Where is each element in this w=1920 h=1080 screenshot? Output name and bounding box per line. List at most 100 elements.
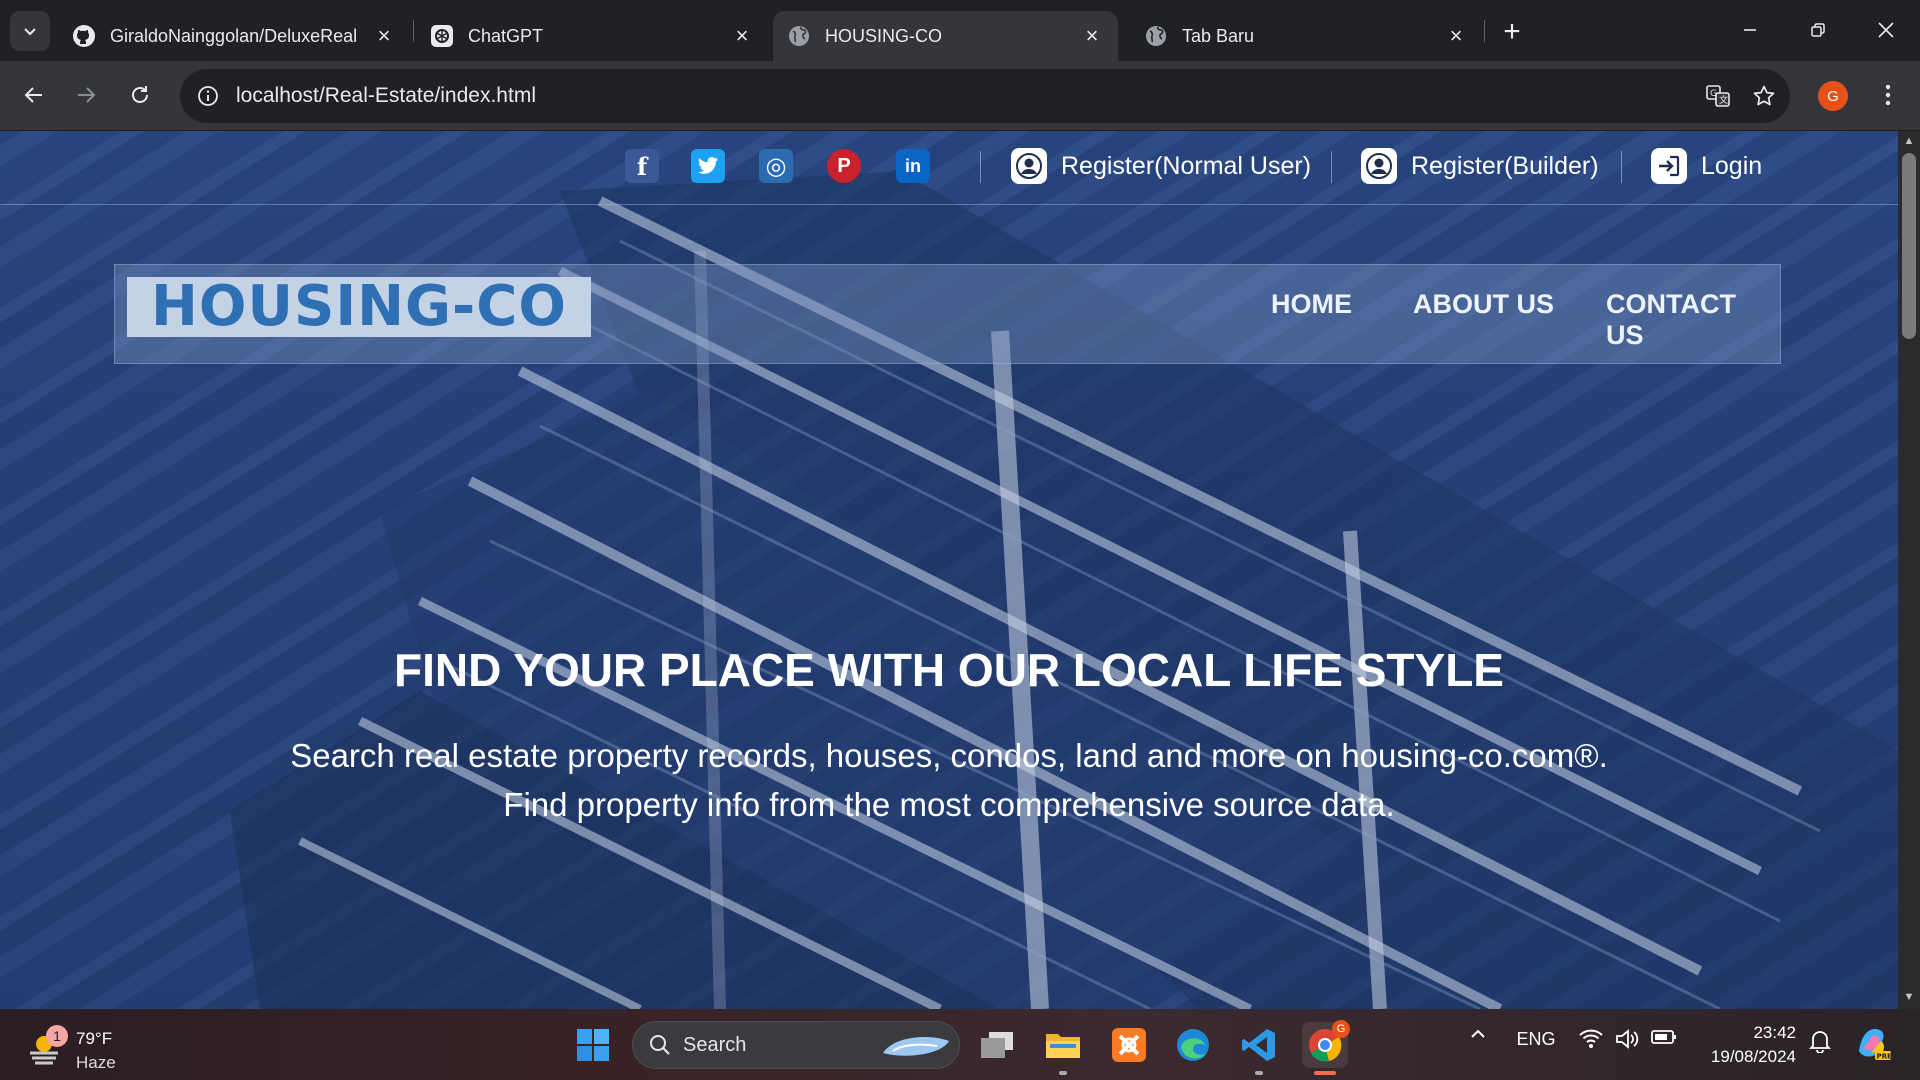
nav-contact-us[interactable]: CONTACT US (1606, 289, 1780, 351)
reload-icon (132, 86, 148, 103)
tab-new[interactable]: Tab Baru × (1130, 11, 1482, 61)
translate-icon[interactable]: G文 (1698, 76, 1738, 116)
instagram-glyph: ◎ (765, 152, 787, 180)
close-window-button[interactable] (1852, 0, 1920, 60)
tab-title: ChatGPT (468, 25, 544, 46)
close-icon[interactable]: × (730, 23, 754, 48)
site-info-icon[interactable] (188, 76, 228, 116)
scroll-up-arrow-icon[interactable]: ▲ (1898, 135, 1920, 149)
forward-arrow-icon (78, 87, 96, 103)
running-indicator (1059, 1071, 1067, 1075)
twitter-bird-icon (697, 157, 719, 174)
notification-bell-icon[interactable] (1806, 1029, 1834, 1053)
tab-housing-co[interactable]: HOUSING-CO × (773, 11, 1118, 61)
wifi-icon[interactable] (1578, 1029, 1604, 1049)
show-hidden-icons-button[interactable] (1466, 1029, 1490, 1039)
search-icon (650, 1035, 670, 1055)
folder-icon (1046, 1034, 1080, 1058)
more-vertical-icon (1885, 84, 1891, 106)
system-clock[interactable]: 23:42 19/08/2024 (1700, 1021, 1796, 1069)
browser-toolbar: localhost/Real-Estate/index.html G文 G (0, 61, 1920, 131)
register-builder-label: Register(Builder) (1411, 151, 1599, 180)
divider (1331, 151, 1332, 183)
chatgpt-icon (430, 24, 454, 48)
close-icon[interactable]: × (372, 23, 396, 48)
clock-time: 23:42 (1753, 1023, 1796, 1042)
register-normal-user-label: Register(Normal User) (1061, 151, 1312, 180)
file-explorer-button[interactable] (1040, 1022, 1086, 1068)
back-button[interactable] (14, 75, 54, 115)
weather-widget[interactable]: 1 79°F Haze (26, 1019, 146, 1073)
active-indicator (1314, 1071, 1336, 1075)
edge-icon (1177, 1029, 1209, 1061)
edge-button[interactable] (1170, 1022, 1216, 1068)
xampp-button[interactable] (1106, 1022, 1152, 1068)
nav-home[interactable]: HOME (1271, 289, 1352, 320)
chrome-button[interactable]: G (1302, 1020, 1350, 1068)
scrollbar-thumb[interactable] (1902, 153, 1916, 339)
tab-title: Tab Baru (1182, 25, 1255, 46)
windows-logo-icon (577, 1029, 609, 1061)
url-text[interactable]: localhost/Real-Estate/index.html (236, 84, 1698, 108)
browser-menu-button[interactable] (1870, 77, 1906, 113)
scroll-down-arrow-icon[interactable]: ▼ (1898, 991, 1920, 1005)
new-tab-button[interactable]: + (1494, 14, 1530, 50)
vscode-icon (1242, 1029, 1275, 1061)
address-bar[interactable]: localhost/Real-Estate/index.html G文 (180, 69, 1790, 123)
site-logo[interactable]: HOUSING-CO (127, 277, 591, 337)
instagram-icon[interactable]: ◎ (759, 149, 793, 183)
volume-icon[interactable] (1614, 1029, 1640, 1049)
chrome-profile-badge: G (1332, 1020, 1350, 1038)
plus-icon: + (1503, 15, 1521, 48)
close-icon[interactable]: × (1444, 23, 1468, 48)
profile-avatar[interactable]: G (1818, 81, 1848, 111)
weather-temperature: 79°F (76, 1029, 113, 1048)
minimize-button[interactable] (1716, 0, 1784, 60)
vscode-button[interactable] (1236, 1022, 1282, 1068)
page-scrollbar[interactable]: ▲ ▼ (1898, 131, 1920, 1009)
tab-chatgpt[interactable]: ChatGPT × (416, 11, 768, 61)
language-indicator[interactable]: ENG (1516, 1029, 1556, 1050)
search-label: Search (683, 1033, 747, 1056)
start-button[interactable] (570, 1022, 616, 1068)
forward-button[interactable] (66, 75, 106, 115)
linkedin-icon[interactable]: in (896, 149, 930, 183)
close-icon[interactable]: × (1080, 23, 1104, 48)
xampp-icon (1112, 1028, 1146, 1062)
notification-badge: 1 (46, 1025, 68, 1047)
building-background-image (230, 171, 1898, 1009)
reload-button[interactable] (120, 75, 160, 115)
divider (980, 151, 981, 183)
hero-subtitle-line-2: Find property info from the most compreh… (503, 786, 1395, 823)
restore-icon (1811, 23, 1825, 37)
svg-text:PRE: PRE (1877, 1053, 1892, 1061)
login-link[interactable]: Login (1651, 148, 1762, 184)
logo-text: HOUSING-CO (151, 274, 567, 339)
web-page: f ◎ P in Register(Normal User) Register(… (0, 131, 1898, 1009)
restore-button[interactable] (1784, 0, 1852, 60)
running-indicator (1255, 1071, 1263, 1075)
pinterest-icon[interactable]: P (827, 149, 861, 183)
facebook-icon[interactable]: f (625, 149, 659, 183)
svg-text:G: G (1710, 89, 1717, 99)
battery-icon[interactable] (1650, 1029, 1678, 1045)
register-normal-user-link[interactable]: Register(Normal User) (1011, 148, 1311, 184)
divider (1621, 151, 1622, 183)
user-circle-icon (1361, 148, 1397, 184)
nav-about-us[interactable]: ABOUT US (1413, 289, 1554, 320)
task-view-button[interactable] (974, 1022, 1020, 1068)
twitter-icon[interactable] (691, 149, 725, 183)
register-builder-link[interactable]: Register(Builder) (1361, 148, 1599, 184)
taskbar-search[interactable]: Search (632, 1021, 960, 1069)
tab-title: GiraldoNainggolan/DeluxeReal (110, 25, 358, 46)
clock-date: 19/08/2024 (1710, 1047, 1796, 1066)
linkedin-glyph: in (905, 155, 921, 176)
main-navigation: HOUSING-CO HOME ABOUT US CONTACT US (114, 264, 1781, 364)
copilot-icon[interactable]: PRE (1852, 1023, 1892, 1061)
tab-search-button[interactable] (10, 11, 50, 51)
pinterest-glyph: P (837, 154, 851, 177)
tab-github[interactable]: GiraldoNainggolan/DeluxeReal × (58, 11, 410, 61)
bookmark-star-icon[interactable] (1744, 76, 1784, 116)
user-circle-icon (1011, 148, 1047, 184)
tab-separator (1484, 20, 1485, 42)
